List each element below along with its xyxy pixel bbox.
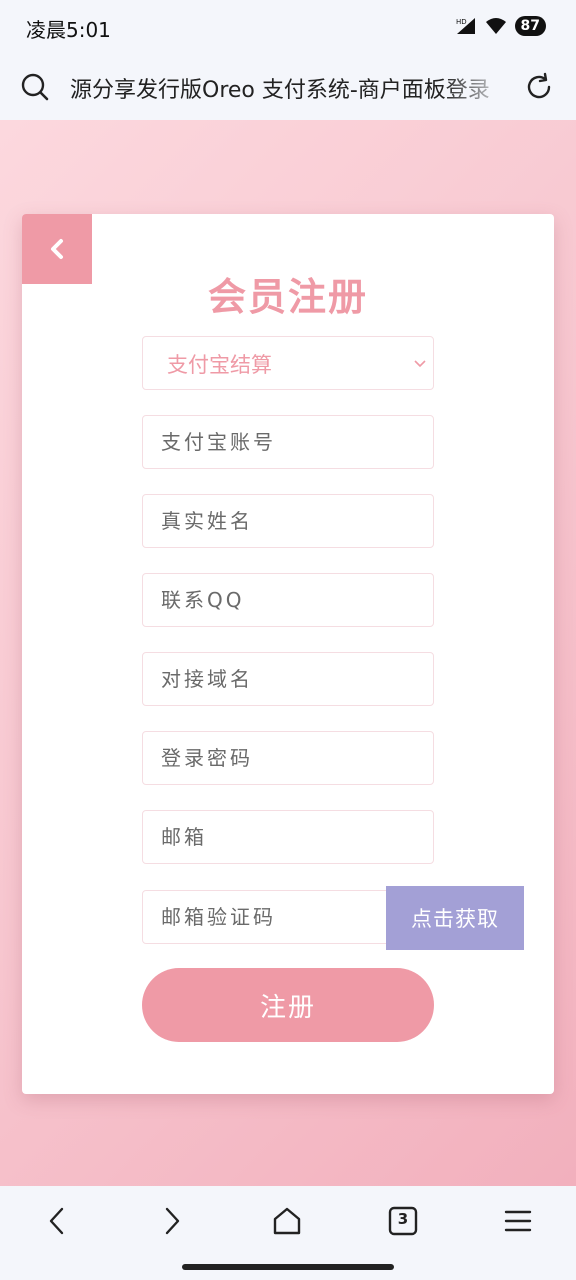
address-bar: 源分享发行版Oreo 支付系统-商户面板登录 (0, 54, 576, 120)
password-input[interactable]: 登录密码 (142, 731, 434, 785)
alipay-account-input[interactable]: 支付宝账号 (142, 415, 434, 469)
chevron-left-icon (51, 239, 63, 259)
search-icon[interactable] (20, 72, 50, 102)
get-code-button[interactable]: 点击获取 (386, 886, 524, 950)
real-name-input[interactable]: 真实姓名 (142, 494, 434, 548)
reload-icon[interactable] (524, 72, 554, 102)
settlement-select-value: 支付宝结算 (167, 353, 272, 377)
battery-indicator: 87 (514, 16, 546, 36)
tab-count: 3 (397, 1210, 409, 1228)
register-card: 会员注册 支付宝结算 支付宝账号 真实姓名 联系QQ 对接域名 登录密码 邮箱 … (22, 214, 554, 1094)
page-title: 会员注册 (207, 275, 368, 319)
page-background: 会员注册 支付宝结算 支付宝账号 真实姓名 联系QQ 对接域名 登录密码 邮箱 … (0, 120, 576, 1186)
email-input[interactable]: 邮箱 (142, 810, 434, 864)
forward-icon[interactable] (155, 1204, 189, 1238)
status-bar: 凌晨5:01 HD 87 (0, 0, 576, 54)
wifi-icon (485, 18, 506, 34)
url-title[interactable]: 源分享发行版Oreo 支付系统-商户面板登录 (70, 72, 510, 104)
status-icons: HD 87 (455, 14, 546, 38)
signal-icon: HD (456, 18, 475, 34)
back-icon[interactable] (40, 1204, 74, 1238)
tabs-button[interactable]: 3 (386, 1204, 420, 1238)
settlement-select[interactable]: 支付宝结算 (142, 336, 434, 390)
status-time: 凌晨5:01 (26, 18, 111, 42)
menu-icon[interactable] (501, 1204, 535, 1238)
domain-input[interactable]: 对接域名 (142, 652, 434, 706)
chevron-down-icon (414, 360, 426, 368)
gesture-bar (182, 1264, 394, 1270)
svg-text:HD: HD (456, 18, 467, 26)
register-button[interactable]: 注册 (142, 968, 434, 1042)
home-icon[interactable] (270, 1204, 304, 1238)
bottom-nav: 3 (0, 1186, 576, 1280)
contact-qq-input[interactable]: 联系QQ (142, 573, 434, 627)
email-code-input[interactable]: 邮箱验证码 (142, 890, 392, 944)
